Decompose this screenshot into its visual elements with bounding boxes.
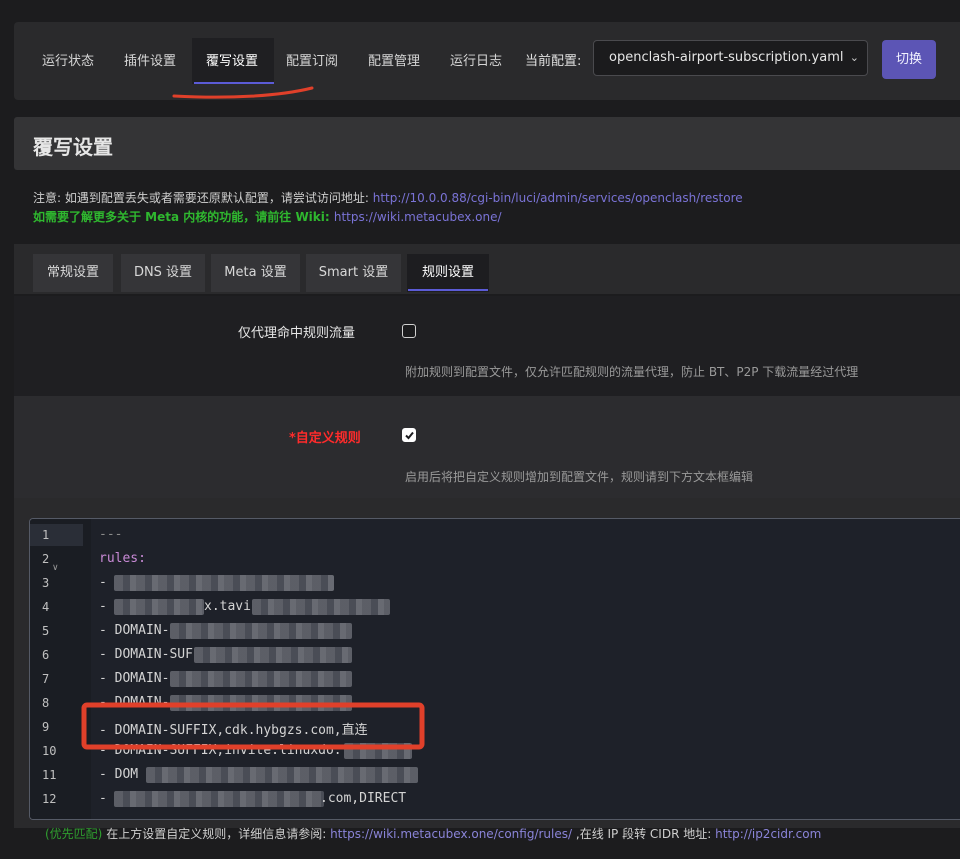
switch-config-button[interactable]: 切换: [882, 40, 936, 79]
line-number: 2: [42, 552, 50, 566]
custom-rules-checkbox[interactable]: [402, 428, 416, 442]
active-line-highlight: [30, 524, 83, 546]
tab-plugin-settings[interactable]: 插件设置: [124, 50, 176, 69]
redacted-text: [252, 599, 390, 615]
redacted-text: [344, 743, 412, 759]
code-line: ---: [99, 527, 123, 542]
config-select-value: openclash-airport-subscription.yaml: [609, 50, 844, 65]
priority-tag: (优先匹配): [45, 827, 103, 841]
subtab-rules[interactable]: 规则设置: [407, 254, 489, 292]
subtab-dns[interactable]: DNS 设置: [121, 254, 205, 292]
redacted-text: [194, 647, 352, 663]
fold-chevron-icon[interactable]: ∨: [52, 563, 59, 573]
custom-rules-label: *自定义规则: [289, 431, 361, 446]
line-number: 8: [42, 696, 50, 710]
custom-rules-editor[interactable]: 1 2 ∨ 3 4 5 6 7 8 9 10 11 12 --- rules: …: [29, 518, 960, 820]
redacted-text: [146, 767, 418, 783]
rules-footnote: (优先匹配) 在上方设置自定义规则，详细信息请参阅: https://wiki.…: [45, 825, 821, 842]
page-title: 覆写设置: [33, 135, 113, 159]
proxy-rule-only-desc: 附加规则到配置文件，仅允许匹配规则的流量代理，防止 BT、P2P 下载流量经过代…: [405, 365, 859, 379]
subtab-meta[interactable]: Meta 设置: [211, 254, 300, 292]
current-config-label: 当前配置:: [525, 54, 582, 69]
code-line: -: [99, 791, 115, 806]
tab-run-status[interactable]: 运行状态: [42, 50, 94, 69]
custom-rules-desc: 启用后将把自定义规则增加到配置文件，规则请到下方文本框编辑: [405, 470, 754, 484]
setting-row-proxy-rule-only: [14, 296, 960, 396]
config-select[interactable]: openclash-airport-subscription.yaml ⌄: [593, 40, 868, 76]
line-number: 11: [42, 768, 57, 782]
active-subtab-indicator: [408, 289, 488, 291]
redacted-text: [170, 695, 352, 711]
code-line-highlighted: - DOMAIN-SUFFIX,cdk.hybgzs.com,直连: [99, 723, 368, 738]
page-title-bar: 覆写设置: [14, 117, 960, 170]
restore-note: 注意: 如遇到配置丢失或者需要还原默认配置，请尝试访问地址: http://10…: [33, 189, 743, 206]
tab-override-settings[interactable]: 覆写设置: [206, 50, 258, 69]
subtab-smart[interactable]: Smart 设置: [306, 254, 401, 292]
footnote-text: 在上方设置自定义规则，详细信息请参阅:: [102, 827, 331, 841]
ip2cidr-link[interactable]: http://ip2cidr.com: [715, 827, 821, 841]
redacted-text: [170, 671, 352, 687]
code-line: - DOMAIN-: [99, 695, 170, 710]
line-number: 3: [42, 576, 50, 590]
checkmark-icon: [405, 431, 414, 440]
line-number-gutter: 1 2 ∨ 3 4 5 6 7 8 9 10 11 12: [30, 519, 91, 819]
line-number: 6: [42, 648, 50, 662]
code-line-fragment: x.tavi: [204, 599, 251, 614]
code-line: -: [99, 599, 115, 614]
code-line: - DOMAIN-SUF: [99, 647, 193, 662]
rules-wiki-link[interactable]: https://wiki.metacubex.one/config/rules/: [330, 827, 572, 841]
code-line: - DOMAIN-: [99, 671, 170, 686]
chevron-down-icon: ⌄: [849, 51, 859, 64]
wiki-note-text: 如需要了解更多关于 Meta 内核的功能，请前往 Wiki:: [33, 210, 334, 224]
footnote-text: ,在线 IP 段转 CIDR 地址:: [572, 827, 716, 841]
code-line: - DOMAIN-: [99, 623, 170, 638]
active-tab-indicator: [194, 82, 274, 84]
line-number: 10: [42, 744, 57, 758]
tab-config-subscription[interactable]: 配置订阅: [286, 50, 338, 69]
wiki-note: 如需要了解更多关于 Meta 内核的功能，请前往 Wiki: https://w…: [33, 208, 502, 225]
line-number: 4: [42, 600, 50, 614]
restore-note-text: 注意: 如遇到配置丢失或者需要还原默认配置，请尝试访问地址:: [33, 191, 373, 205]
line-number: 9: [42, 720, 50, 734]
wiki-link[interactable]: https://wiki.metacubex.one/: [334, 210, 502, 224]
redacted-text: [114, 575, 334, 591]
line-number: 1: [42, 528, 50, 542]
redacted-text: [114, 599, 204, 615]
tab-config-management[interactable]: 配置管理: [368, 50, 420, 69]
restore-link[interactable]: http://10.0.0.88/cgi-bin/luci/admin/serv…: [373, 191, 743, 205]
code-line: rules:: [99, 551, 146, 566]
redacted-text: [170, 623, 352, 639]
code-line: -: [99, 575, 115, 590]
line-number: 5: [42, 624, 50, 638]
redacted-text: [114, 791, 324, 807]
subtab-general[interactable]: 常规设置: [33, 254, 113, 292]
tab-run-log[interactable]: 运行日志: [450, 50, 502, 69]
code-line: - DOM: [99, 767, 139, 782]
code-line-fragment: .com,DIRECT: [320, 791, 407, 806]
proxy-rule-only-label: 仅代理命中规则流量: [238, 326, 356, 341]
top-navigation: 运行状态 插件设置 覆写设置 配置订阅 配置管理 运行日志 当前配置: open…: [14, 22, 960, 100]
line-number: 12: [42, 792, 57, 806]
proxy-rule-only-checkbox[interactable]: [402, 324, 416, 338]
code-line: - DOMAIN-SUFFIX,invite.linuxdo.: [99, 743, 342, 758]
line-number: 7: [42, 672, 50, 686]
